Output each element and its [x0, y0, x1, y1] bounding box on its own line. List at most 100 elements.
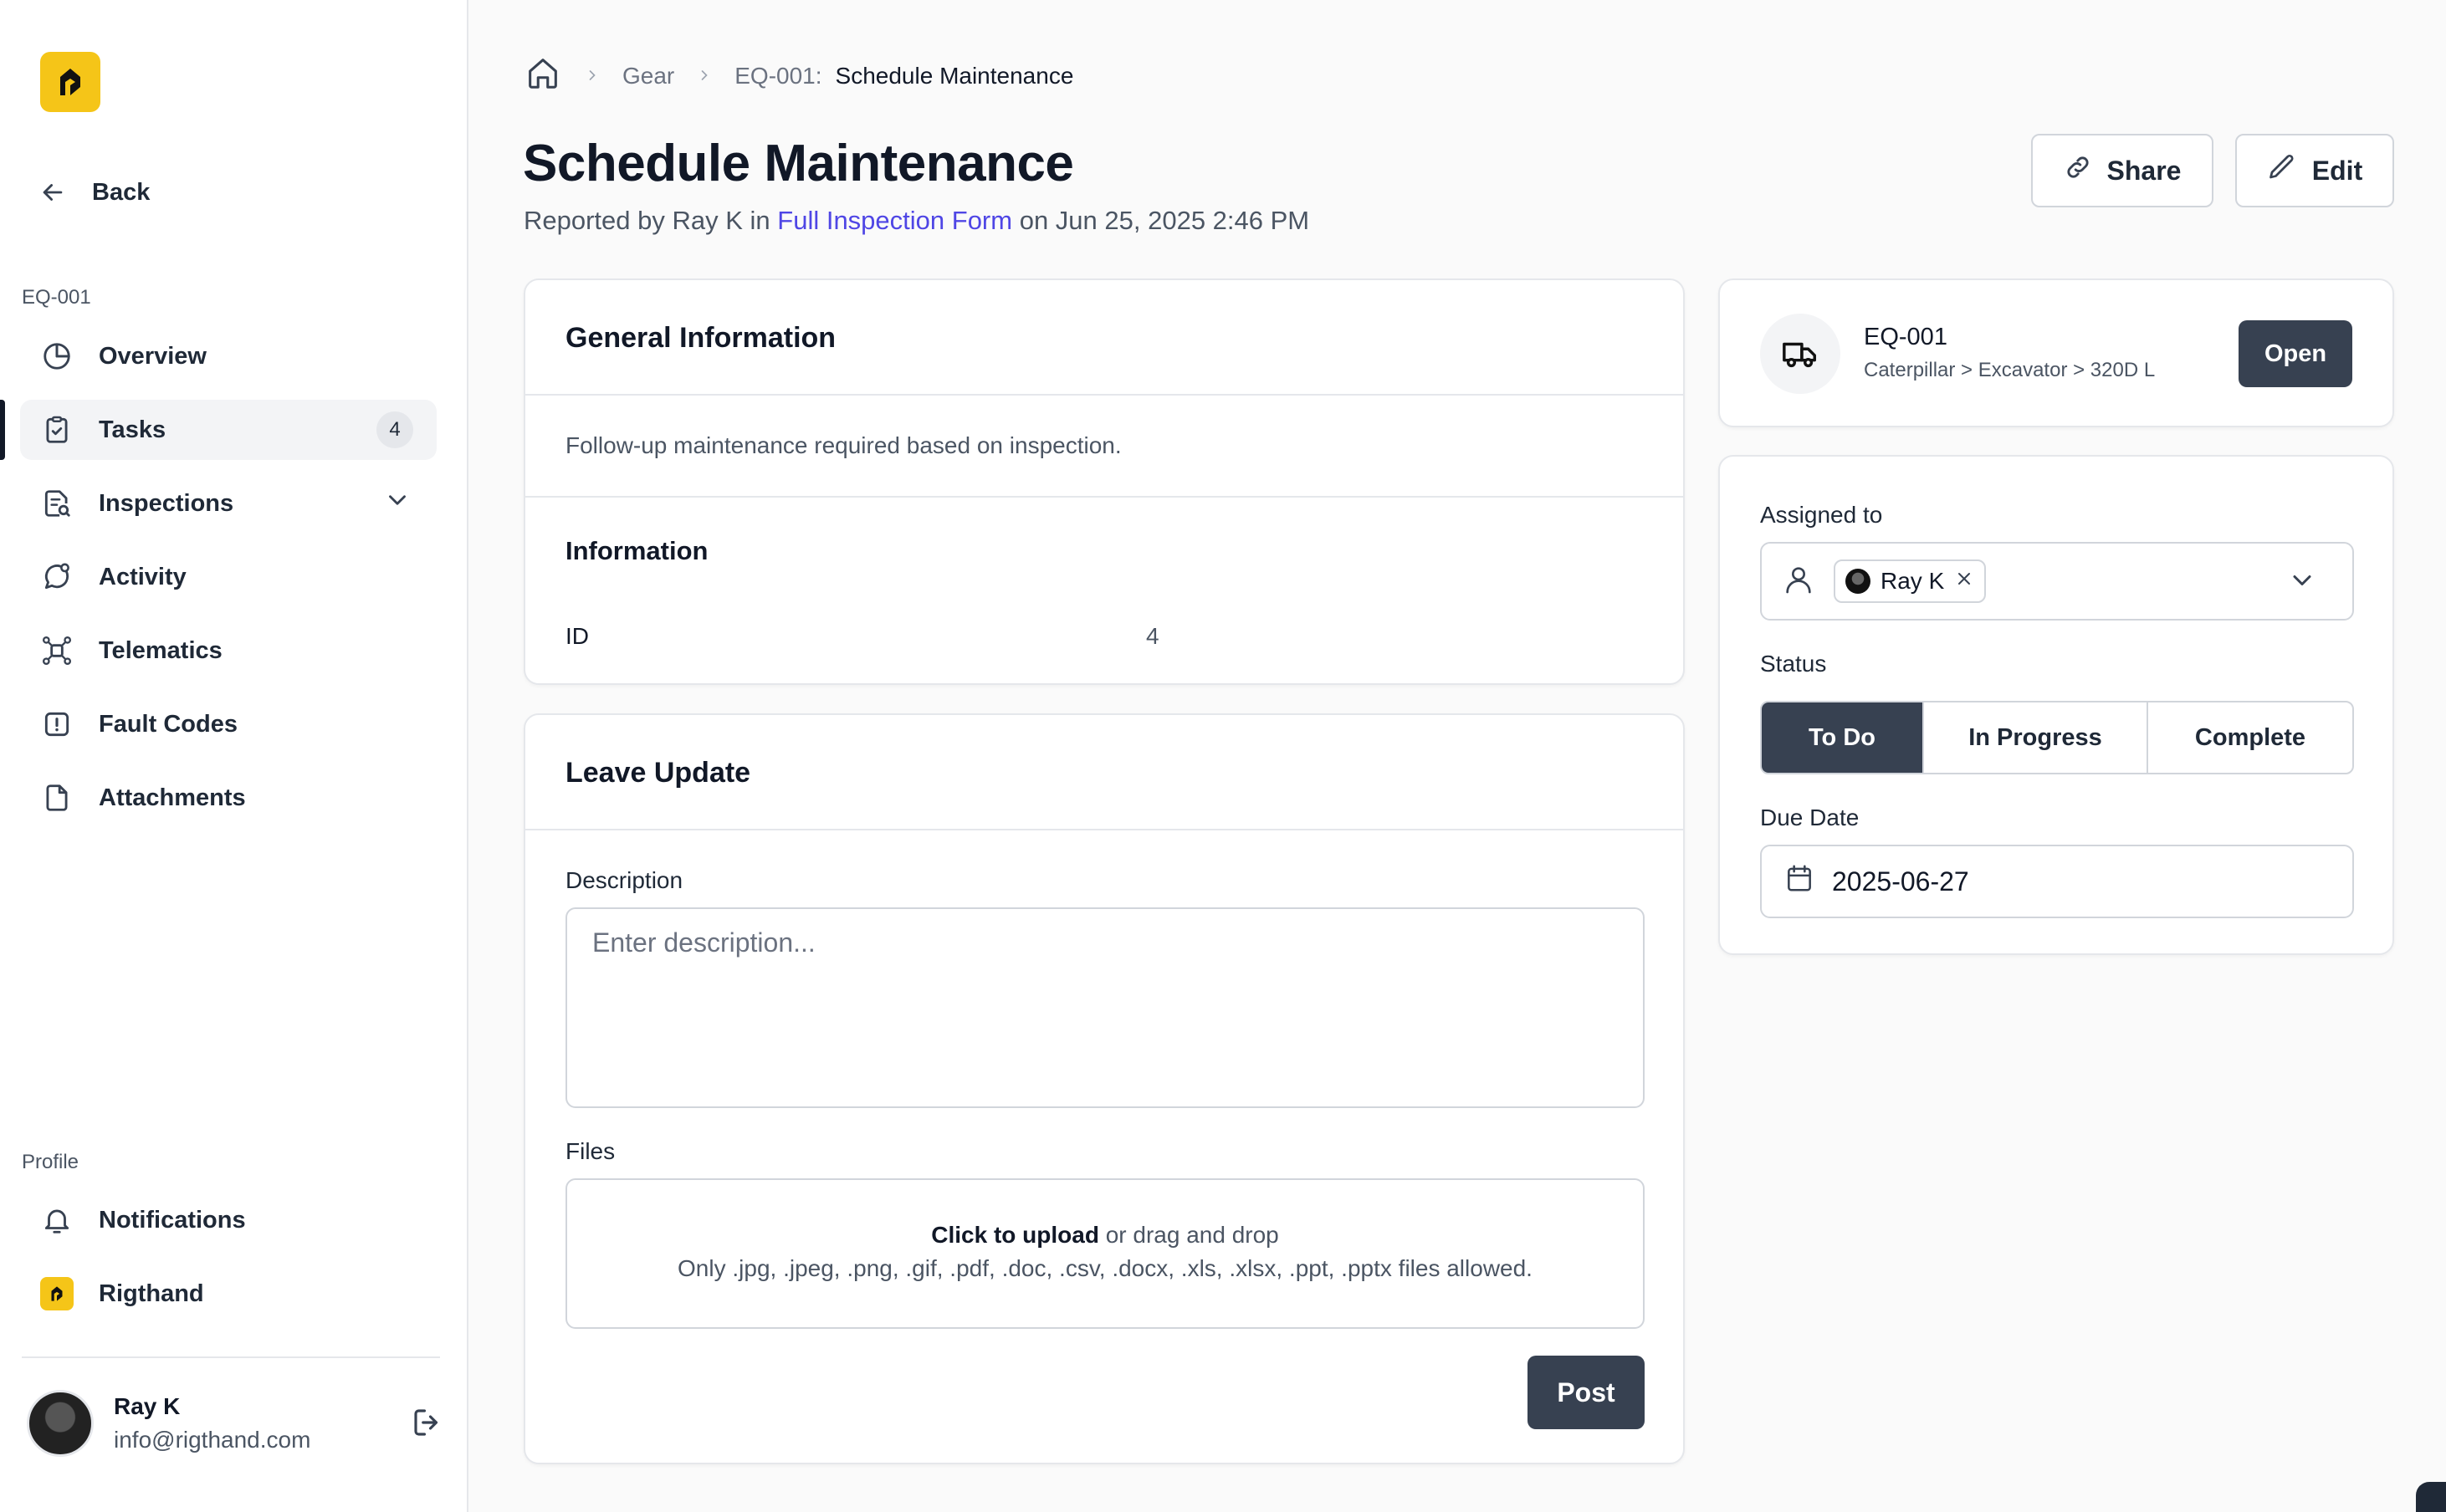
sidebar-item-label: Activity — [99, 563, 187, 590]
bell-icon — [40, 1203, 74, 1237]
assignee-name: Ray K — [1881, 568, 1945, 594]
divider — [525, 394, 1683, 396]
sidebar-item-label: Tasks — [99, 416, 166, 443]
edit-button[interactable]: Edit — [2235, 134, 2394, 207]
equipment-card: EQ-001 Caterpillar > Excavator > 320D L … — [1718, 278, 2394, 427]
back-button[interactable]: Back — [38, 172, 150, 212]
divider — [525, 829, 1683, 830]
equipment-id: EQ-001 — [1864, 324, 1947, 350]
chevron-down-icon[interactable] — [383, 486, 412, 521]
status-segmented-control: To Do In Progress Complete — [1760, 701, 2354, 774]
sidebar-item-telematics[interactable]: Telematics — [20, 621, 437, 681]
rigthand-logo-icon — [40, 1277, 74, 1310]
status-option-in-progress[interactable]: In Progress — [1924, 702, 2148, 773]
general-information-title: General Information — [565, 322, 837, 354]
close-icon[interactable] — [1954, 568, 1974, 595]
leave-update-title: Leave Update — [565, 757, 751, 789]
sidebar-nav: Overview Tasks 4 Inspections Activity Te… — [0, 326, 437, 841]
assignee-chip: Ray K — [1834, 559, 1987, 603]
subtitle-suffix: on Jun 25, 2025 2:46 PM — [1012, 206, 1310, 235]
sidebar-item-notifications[interactable]: Notifications — [20, 1190, 437, 1250]
divider — [525, 496, 1683, 498]
equipment-path: Caterpillar > Excavator > 320D L — [1864, 359, 2156, 381]
drag-drop-text: or drag and drop — [1098, 1222, 1279, 1248]
share-button[interactable]: Share — [2031, 134, 2213, 207]
upload-hint: Only .jpg, .jpeg, .png, .gif, .pdf, .doc… — [678, 1255, 1533, 1281]
assigned-to-label: Assigned to — [1760, 502, 1883, 528]
status-label: Status — [1760, 651, 1827, 677]
due-date-input[interactable]: 2025-06-27 — [1760, 845, 2354, 918]
sidebar-item-label: Attachments — [99, 784, 246, 811]
sidebar-item-overview[interactable]: Overview — [20, 326, 437, 386]
due-date-label: Due Date — [1760, 805, 1860, 830]
leave-update-card: Leave Update Description Enter descripti… — [524, 713, 1685, 1464]
chevron-down-icon[interactable] — [2287, 565, 2317, 600]
truck-icon — [1760, 314, 1840, 394]
sidebar-item-activity[interactable]: Activity — [20, 547, 437, 607]
page-subtitle: Reported by Ray K in Full Inspection For… — [524, 206, 1309, 236]
sidebar-item-attachments[interactable]: Attachments — [20, 768, 437, 828]
context-label: EQ-001 — [22, 286, 91, 309]
description-label: Description — [565, 867, 683, 893]
share-label: Share — [2106, 155, 2182, 186]
task-description: Follow-up maintenance required based on … — [565, 432, 1122, 458]
alert-square-icon — [40, 707, 74, 741]
upload-instruction: Click to upload or drag and drop — [567, 1222, 1643, 1249]
chevron-right-icon — [584, 63, 601, 89]
home-icon[interactable] — [524, 54, 562, 98]
assignee-avatar — [1845, 569, 1870, 594]
rigthand-logo[interactable] — [40, 52, 100, 112]
information-title: Information — [565, 536, 709, 565]
click-to-upload-link[interactable]: Click to upload — [931, 1222, 1099, 1248]
breadcrumb-equipment[interactable]: EQ-001: — [734, 63, 821, 89]
subtitle-prefix: Reported by Ray K in — [524, 206, 778, 235]
sidebar-item-label: Fault Codes — [99, 710, 238, 738]
sidebar-item-inspections[interactable]: Inspections — [20, 473, 437, 534]
breadcrumb: Gear EQ-001: Schedule Maintenance — [524, 54, 1073, 98]
file-search-icon — [40, 487, 74, 520]
avatar[interactable] — [27, 1390, 94, 1457]
sidebar-item-label: Telematics — [99, 636, 223, 664]
sidebar-item-rigthand[interactable]: Rigthand — [20, 1264, 437, 1324]
tasks-count-badge: 4 — [376, 411, 413, 448]
network-icon — [40, 634, 74, 667]
sidebar-item-label: Overview — [99, 342, 207, 370]
file-dropzone[interactable]: Click to upload or drag and drop Only .j… — [565, 1178, 1645, 1329]
page-title: Schedule Maintenance — [523, 135, 1074, 192]
sidebar-item-fault-codes[interactable]: Fault Codes — [20, 694, 437, 754]
sidebar-item-tasks[interactable]: Tasks 4 — [0, 400, 437, 460]
inspection-form-link[interactable]: Full Inspection Form — [777, 206, 1012, 235]
rigthand-logo-icon — [60, 69, 80, 95]
breadcrumb-gear[interactable]: Gear — [622, 63, 674, 89]
arrow-left-icon — [43, 184, 63, 201]
profile-section-label: Profile — [22, 1151, 79, 1173]
message-circle-icon — [40, 560, 74, 594]
link-icon — [2064, 153, 2092, 188]
post-button[interactable]: Post — [1527, 1356, 1645, 1429]
user-email: info@rigthand.com — [114, 1427, 311, 1453]
files-label: Files — [565, 1138, 616, 1164]
pie-chart-icon — [40, 340, 74, 373]
file-icon — [40, 781, 74, 815]
profile-divider — [22, 1356, 440, 1358]
back-label: Back — [92, 178, 151, 206]
edit-label: Edit — [2311, 155, 2363, 186]
user-card: Ray K info@rigthand.com — [27, 1390, 445, 1457]
status-option-complete[interactable]: Complete — [2148, 702, 2352, 773]
assignee-select[interactable]: Ray K — [1760, 542, 2354, 621]
logout-icon[interactable] — [410, 1405, 445, 1444]
breadcrumb-current: Schedule Maintenance — [835, 62, 1074, 89]
sidebar-item-label: Notifications — [99, 1206, 246, 1234]
calendar-icon — [1783, 862, 1815, 901]
sidebar: Back EQ-001 Overview Tasks 4 Inspections — [0, 0, 468, 1512]
pencil-icon — [2267, 152, 2297, 189]
task-properties-card: Assigned to Ray K Status To Do In Progre… — [1718, 455, 2394, 955]
profile-nav: Notifications Rigthand — [20, 1190, 437, 1337]
status-option-todo[interactable]: To Do — [1762, 702, 1924, 773]
open-equipment-button[interactable]: Open — [2239, 320, 2352, 387]
user-name: Ray K — [114, 1393, 181, 1419]
sidebar-item-label: Rigthand — [99, 1280, 204, 1307]
info-id-key: ID — [565, 623, 589, 649]
description-textarea[interactable]: Enter description... — [565, 907, 1645, 1108]
floating-action-button[interactable] — [2416, 1482, 2446, 1512]
